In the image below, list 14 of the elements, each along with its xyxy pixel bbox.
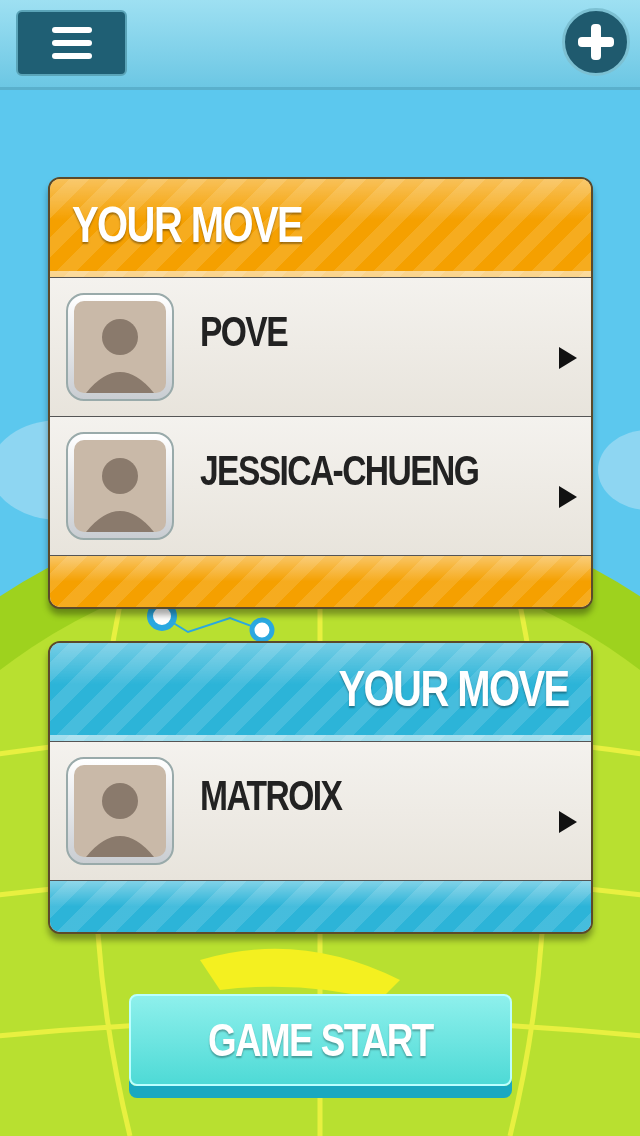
card-title: YOUR MOVE [71, 195, 302, 255]
player-row[interactable]: POVE [49, 277, 591, 416]
card-title: YOUR MOVE [338, 659, 569, 719]
menu-icon [51, 27, 92, 59]
arrow-icon [558, 811, 577, 833]
player-name: JESSICA-CHUENG [199, 446, 478, 496]
player-row[interactable]: MATROIX [49, 741, 591, 880]
plus-icon [578, 24, 614, 60]
arrow-icon [558, 347, 577, 369]
menu-button[interactable] [16, 10, 127, 76]
player-name: MATROIX [199, 771, 341, 821]
player-row[interactable]: JESSICA-CHUENG [49, 416, 591, 555]
arrow-icon [558, 486, 577, 508]
player-name: POVE [199, 307, 287, 357]
